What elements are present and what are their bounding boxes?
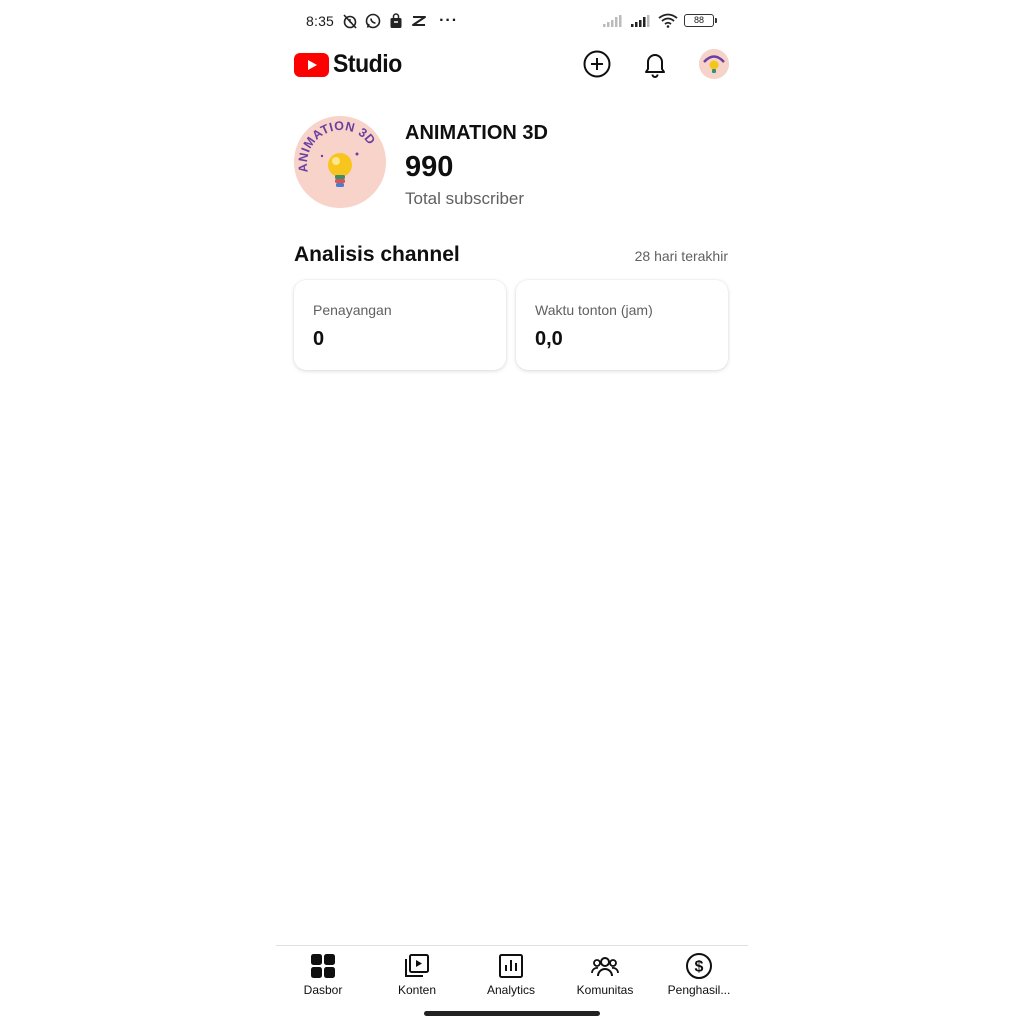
nav-item-analytics[interactable]: Analytics (464, 952, 558, 1002)
nav-label: Dasbor (303, 983, 343, 997)
nav-label: Analytics (486, 983, 536, 997)
more-dots-icon: ··· (439, 12, 459, 29)
status-bar: 8:35 ··· 88 (276, 8, 748, 34)
whatsapp-icon (365, 13, 381, 29)
nav-item-komunitas[interactable]: Komunitas (558, 952, 652, 1002)
wifi-icon (658, 13, 678, 28)
studio-logo[interactable]: Studio (294, 50, 408, 79)
nav-item-penghasilan[interactable]: $ Penghasil... (652, 952, 746, 1002)
add-circle-icon (583, 50, 611, 78)
channel-logo: ANIMATION 3D (294, 116, 386, 208)
nav-label: Konten (397, 983, 437, 997)
community-icon (591, 957, 619, 977)
nav-item-konten[interactable]: Konten (370, 952, 464, 1002)
channel-summary: ANIMATION 3D ANIMATION 3D 990 Total subs… (294, 116, 734, 212)
analytics-icon (499, 954, 523, 978)
subscriber-label: Total subscriber (405, 189, 525, 208)
status-time: 8:35 (306, 13, 335, 29)
youtube-logo-icon (294, 52, 329, 77)
logo-text: Studio (333, 50, 402, 78)
status-bar-right: 88 (602, 13, 717, 28)
alarm-off-icon (343, 14, 357, 29)
analytics-range: 28 hari terakhir (634, 248, 728, 264)
app-header: Studio (276, 44, 748, 84)
nav-item-dasbor[interactable]: Dasbor (276, 952, 370, 1002)
watch-time-value: 0,0 (535, 328, 563, 350)
watch-time-label: Waktu tonton (jam) (535, 302, 653, 318)
watch-time-card[interactable]: Waktu tonton (jam) 0,0 (516, 280, 728, 370)
bell-icon (645, 54, 665, 78)
phone-screen: 8:35 ··· 88 Studio ANIMATION 3D ANIMATIO… (276, 0, 748, 1024)
analytics-title: Analisis channel (294, 243, 460, 266)
svg-text:$: $ (695, 959, 704, 976)
views-value: 0 (313, 328, 325, 350)
earn-icon: $ (686, 953, 712, 979)
signal-icon-2 (631, 14, 650, 27)
shop-bag-icon (390, 13, 402, 28)
content-icon (405, 954, 429, 977)
capcut-icon (412, 16, 427, 26)
home-indicator[interactable] (424, 1011, 600, 1016)
create-button[interactable] (581, 48, 613, 80)
channel-name: ANIMATION 3D (405, 122, 548, 144)
views-label: Penayangan (313, 302, 392, 318)
status-bar-left: 8:35 ··· (306, 12, 458, 30)
views-card[interactable]: Penayangan 0 (294, 280, 506, 370)
dashboard-icon (311, 954, 335, 978)
nav-label: Penghasil... (667, 983, 731, 997)
notifications-button[interactable] (639, 48, 671, 80)
subscriber-count: 990 (405, 151, 454, 183)
nav-label: Komunitas (576, 983, 634, 997)
account-avatar[interactable] (699, 49, 729, 79)
signal-icon (603, 14, 622, 27)
battery-icon: 88 (684, 14, 717, 27)
channel-avatar[interactable]: ANIMATION 3D (294, 116, 386, 208)
lightbulb-icon (699, 49, 729, 79)
